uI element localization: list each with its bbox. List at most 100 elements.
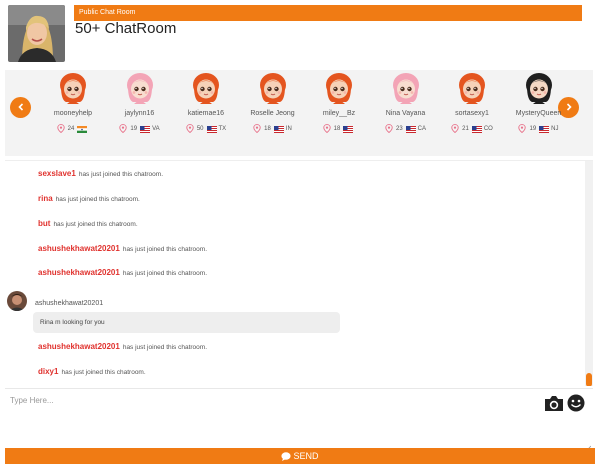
user-region: CO (483, 125, 493, 132)
room-category-tag: Public Chat Room (74, 5, 582, 21)
location-pin-icon (119, 124, 128, 134)
chat-messages-panel: sexslave1 has just joined this chatroom. … (5, 160, 593, 386)
message-username-link[interactable]: sexslave1 (38, 169, 76, 178)
user-name[interactable]: katiemae16 (173, 110, 239, 117)
user-meta: 50 TX (173, 124, 239, 134)
usa-flag-icon (471, 125, 482, 133)
user-region: IN (285, 125, 292, 132)
system-message: ashushekhawat20201 has just joined this c… (38, 342, 207, 351)
message-username-link[interactable]: ashushekhawat20201 (38, 268, 120, 277)
system-message: dixy1 has just joined this chatroom. (38, 367, 146, 376)
user-meta: 18 (306, 124, 372, 134)
message-text: has just joined this chatroom. (122, 344, 208, 351)
message-text: has just joined this chatroom. (55, 196, 140, 203)
message-text: has just joined this chatroom. (78, 171, 164, 178)
avatar[interactable] (457, 72, 487, 104)
avatar[interactable] (7, 291, 27, 311)
camera-icon[interactable] (544, 395, 564, 412)
user-name[interactable]: Nina Vayana (373, 110, 439, 117)
location-pin-icon (451, 124, 459, 134)
user-card[interactable]: jaylynn16 19 VA (107, 70, 173, 156)
user-name[interactable]: MysteryQueen (506, 110, 572, 117)
send-button[interactable]: SEND (5, 448, 595, 464)
user-name[interactable]: miley__Bz (306, 110, 372, 117)
carousel-prev-button[interactable] (10, 97, 31, 118)
user-card[interactable]: sortasexy1 21 CO (439, 70, 505, 156)
location-pin-icon (186, 124, 194, 134)
user-name[interactable]: sortasexy1 (439, 110, 505, 117)
message-text: has just joined this chatroom. (122, 270, 208, 277)
avatar[interactable] (191, 72, 221, 104)
message-text: has just joined this chatroom. (61, 369, 146, 376)
online-users-carousel: mooneyhelp 24 jaylynn16 19 VA katiemae16 50 TX R… (5, 70, 593, 156)
user-age: 19 (529, 125, 537, 132)
user-card[interactable]: MysteryQueen 19 NJ (506, 70, 572, 156)
user-region: VA (152, 125, 160, 132)
chevron-left-icon (17, 103, 23, 111)
chat-bubble-icon (281, 452, 292, 462)
user-meta: 19 VA (107, 124, 173, 134)
user-card[interactable]: katiemae16 50 TX (173, 70, 239, 156)
user-meta: 21 CO (439, 124, 505, 134)
chat-scrollbar-thumb[interactable] (586, 373, 592, 386)
user-age: 19 (130, 125, 138, 132)
message-text: has just joined this chatroom. (122, 246, 208, 253)
usa-flag-icon (273, 125, 284, 133)
user-region: NJ (551, 125, 559, 132)
user-age: 18 (333, 125, 341, 132)
avatar[interactable] (125, 72, 155, 104)
message-username-link[interactable]: rina (38, 194, 53, 203)
message-input[interactable] (5, 391, 535, 441)
location-pin-icon (385, 124, 393, 134)
avatar[interactable] (58, 72, 88, 104)
system-message: ashushekhawat20201 has just joined this c… (38, 244, 207, 253)
room-photo (8, 5, 65, 62)
user-meta: 23 CA (373, 124, 439, 134)
message-author[interactable]: ashushekhawat20201 (35, 300, 103, 307)
system-message: rina has just joined this chatroom. (38, 194, 140, 203)
avatar[interactable] (391, 72, 421, 104)
user-name[interactable]: jaylynn16 (107, 110, 173, 117)
user-age: 23 (395, 125, 403, 132)
message-bubble: Rina m looking for you (33, 312, 340, 333)
send-button-label: SEND (293, 451, 319, 461)
user-age: 21 (462, 125, 469, 132)
user-card[interactable]: Roselle Jeong 18 IN (240, 70, 306, 156)
message-username-link[interactable]: dixy1 (38, 367, 58, 376)
user-region: CA (417, 125, 427, 132)
usa-flag-icon (206, 125, 217, 133)
message-username-link[interactable]: ashushekhawat20201 (38, 244, 120, 253)
chat-scrollbar[interactable] (585, 161, 593, 386)
message-text: has just joined this chatroom. (53, 221, 138, 228)
usa-flag-icon (140, 125, 151, 133)
usa-flag-icon (343, 125, 354, 133)
resize-grip-icon[interactable] (585, 438, 592, 452)
message-username-link[interactable]: but (38, 219, 50, 228)
message-username-link[interactable]: ashushekhawat20201 (38, 342, 120, 351)
usa-flag-icon (405, 125, 416, 133)
user-age: 18 (264, 125, 271, 132)
avatar[interactable] (524, 72, 554, 104)
system-message: but has just joined this chatroom. (38, 219, 138, 228)
user-age: 24 (67, 125, 75, 132)
user-card[interactable]: miley__Bz 18 (306, 70, 372, 156)
location-pin-icon (253, 124, 261, 134)
user-card[interactable]: mooneyhelp 24 (40, 70, 106, 156)
chat-message: ashushekhawat20201 Rina m looking for yo… (5, 291, 345, 335)
system-message: ashushekhawat20201 has just joined this c… (38, 268, 207, 277)
india-flag-icon (77, 125, 88, 133)
avatar[interactable] (324, 72, 354, 104)
user-name[interactable]: Roselle Jeong (240, 110, 306, 117)
user-meta: 19 NJ (506, 124, 572, 134)
message-composer (5, 388, 593, 452)
avatar[interactable] (258, 72, 288, 104)
emoji-icon[interactable] (567, 394, 585, 412)
system-message: sexslave1 has just joined this chatroom. (38, 169, 163, 178)
user-age: 50 (196, 125, 204, 132)
page-title: 50+ ChatRoom (75, 20, 177, 37)
user-name[interactable]: mooneyhelp (40, 110, 106, 117)
user-meta: 24 (40, 124, 106, 134)
user-card[interactable]: Nina Vayana 23 CA (373, 70, 439, 156)
usa-flag-icon (539, 125, 550, 133)
location-pin-icon (57, 124, 65, 134)
